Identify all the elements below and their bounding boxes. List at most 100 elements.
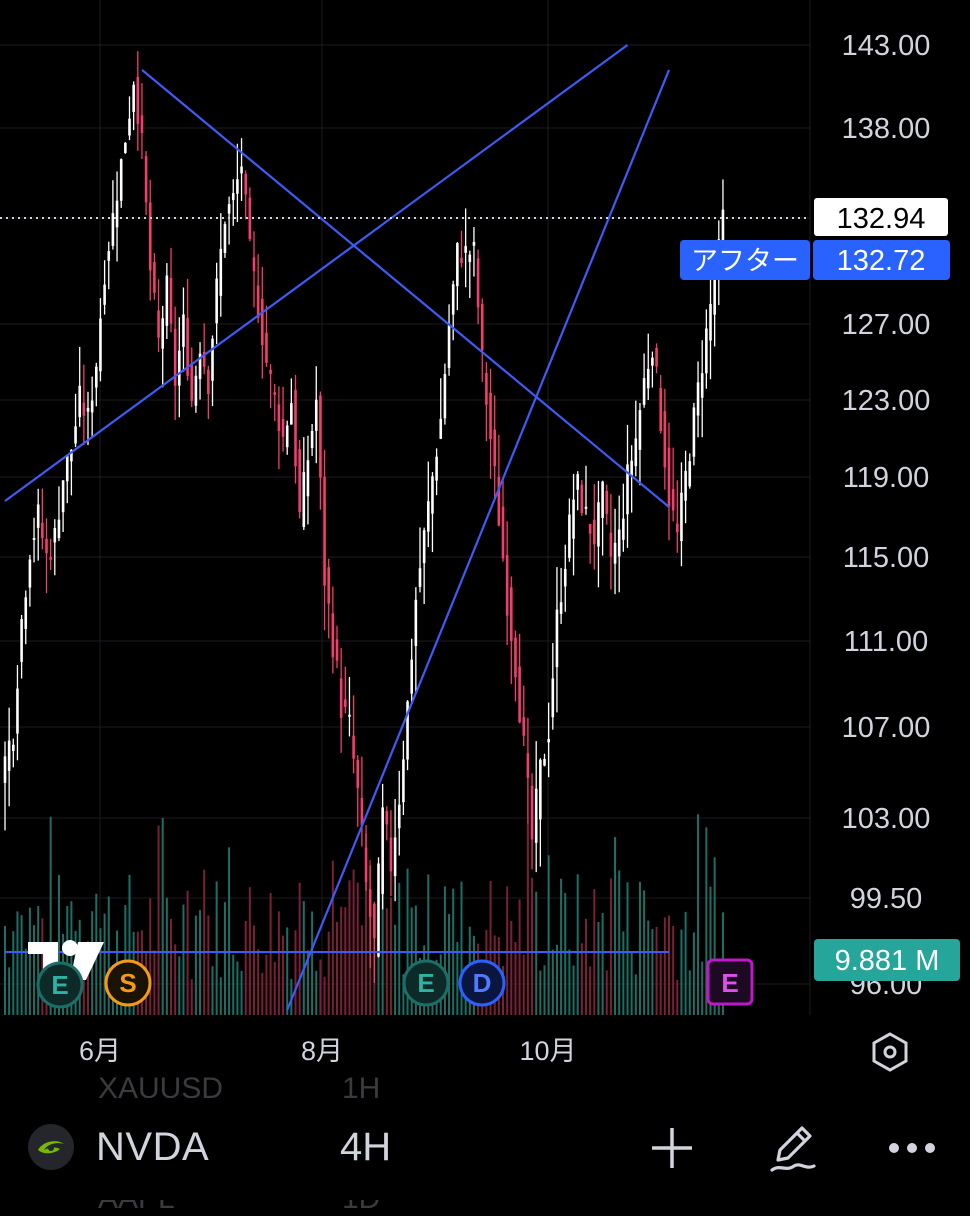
volume-bar bbox=[315, 970, 318, 1015]
candle-body bbox=[518, 666, 521, 723]
candle-body bbox=[132, 84, 135, 112]
symbol-selector[interactable]: NVDA bbox=[96, 1125, 209, 1170]
candle-body bbox=[144, 156, 148, 203]
event-split[interactable]: S bbox=[104, 959, 152, 1007]
candle-body bbox=[655, 347, 658, 367]
candle-body bbox=[302, 472, 306, 528]
volume-bar bbox=[319, 959, 322, 1015]
candle-body bbox=[373, 903, 376, 938]
event-earnings-past-2[interactable]: E bbox=[402, 959, 450, 1007]
volume-bar bbox=[535, 891, 538, 1015]
volume-bar bbox=[294, 930, 297, 1015]
add-button[interactable] bbox=[644, 1120, 700, 1176]
candle-body bbox=[431, 476, 434, 514]
volume-bar bbox=[174, 944, 177, 1015]
drawing-tools-button[interactable] bbox=[764, 1120, 820, 1176]
candle-body bbox=[414, 599, 418, 646]
volume-bar bbox=[684, 911, 687, 1015]
candle-body bbox=[696, 382, 700, 416]
event-letter: E bbox=[51, 970, 68, 1000]
price-chart[interactable]: 143.00 138.00 127.00 123.00 119.00 115.00 111.… bbox=[0, 0, 970, 1090]
volume-bar bbox=[663, 917, 666, 1015]
time-axis[interactable]: 6月 8月 10月 bbox=[79, 1036, 577, 1066]
volume-bar bbox=[203, 869, 206, 1015]
candle-body bbox=[65, 455, 69, 482]
event-letter: D bbox=[473, 968, 492, 998]
candle-body bbox=[468, 254, 472, 262]
candle-body bbox=[319, 395, 322, 478]
volume-bar bbox=[178, 956, 181, 1015]
candle-body bbox=[277, 404, 281, 431]
last-price-value: 132.94 bbox=[837, 203, 926, 235]
price-tick-label: 119.00 bbox=[843, 462, 930, 494]
after-hours-price: 132.72 bbox=[837, 245, 926, 277]
volume-bar bbox=[244, 920, 247, 1015]
price-axis[interactable]: 143.00 138.00 127.00 123.00 119.00 115.00 111.… bbox=[842, 30, 931, 1001]
candle-body bbox=[49, 557, 52, 560]
volume-bar bbox=[215, 881, 218, 1015]
candle-body bbox=[356, 760, 360, 788]
candle-body bbox=[451, 284, 455, 315]
candle-body bbox=[24, 597, 28, 629]
volume-bar bbox=[576, 874, 579, 1015]
volume-bar bbox=[692, 932, 695, 1015]
candle-body bbox=[190, 363, 194, 401]
event-dividend[interactable]: D bbox=[458, 959, 506, 1007]
candle-body bbox=[285, 425, 289, 448]
event-earnings-past-1[interactable]: E bbox=[36, 961, 84, 1009]
candle-body bbox=[439, 418, 443, 439]
candle-body bbox=[634, 438, 638, 467]
volume-bar bbox=[589, 966, 592, 1015]
volume-bar bbox=[572, 965, 575, 1015]
interval-selector[interactable]: 4H bbox=[340, 1125, 391, 1170]
volume-bar bbox=[622, 931, 625, 1015]
candle-body bbox=[559, 602, 563, 614]
volume-bar bbox=[277, 911, 280, 1015]
volume-bar bbox=[659, 953, 662, 1015]
candle-body bbox=[456, 243, 459, 287]
candle-body bbox=[397, 804, 401, 829]
candle-body bbox=[563, 568, 567, 587]
candle-body bbox=[588, 524, 592, 534]
candle-body bbox=[248, 197, 252, 239]
more-button[interactable] bbox=[884, 1120, 940, 1176]
candle-body bbox=[57, 519, 61, 539]
volume-bar bbox=[539, 970, 542, 1015]
volume-bar bbox=[655, 926, 658, 1015]
volume-bar bbox=[697, 814, 700, 1015]
candle-body bbox=[476, 258, 480, 308]
volume-bar bbox=[389, 897, 392, 1015]
candle-body bbox=[547, 738, 550, 743]
candle-body bbox=[659, 388, 662, 431]
chart-settings-icon[interactable] bbox=[872, 1032, 908, 1072]
price-tick-label: 123.00 bbox=[842, 385, 931, 417]
candle-body bbox=[41, 522, 44, 539]
volume-bar bbox=[668, 915, 670, 1015]
candle-body bbox=[622, 518, 625, 540]
candle-body bbox=[252, 257, 256, 272]
volume-bar bbox=[257, 949, 260, 1015]
volume-bar bbox=[286, 927, 289, 1015]
candle-body bbox=[348, 714, 351, 717]
candle-body bbox=[447, 324, 451, 368]
candle-body bbox=[526, 753, 530, 778]
candle-body bbox=[410, 659, 413, 694]
candle-body bbox=[335, 639, 339, 661]
volume-bar bbox=[28, 907, 31, 1015]
volume-bar bbox=[609, 878, 612, 1015]
after-hours-label: アフター bbox=[691, 246, 799, 276]
candle-body bbox=[12, 744, 15, 752]
candle-body bbox=[539, 759, 542, 820]
volume-bar bbox=[688, 970, 691, 1015]
volume-bar bbox=[265, 954, 268, 1015]
candle-body bbox=[418, 568, 422, 587]
volume-bar bbox=[24, 948, 27, 1015]
candle-body bbox=[128, 118, 131, 136]
event-earnings-future[interactable]: E bbox=[706, 958, 754, 1006]
volume-bar bbox=[219, 977, 222, 1015]
volume-bar bbox=[261, 972, 264, 1015]
volume-badge: 9.881 M bbox=[814, 939, 960, 981]
candle-body bbox=[165, 275, 169, 326]
last-price-badge: 132.94 bbox=[814, 198, 948, 236]
candle-body bbox=[269, 369, 272, 374]
